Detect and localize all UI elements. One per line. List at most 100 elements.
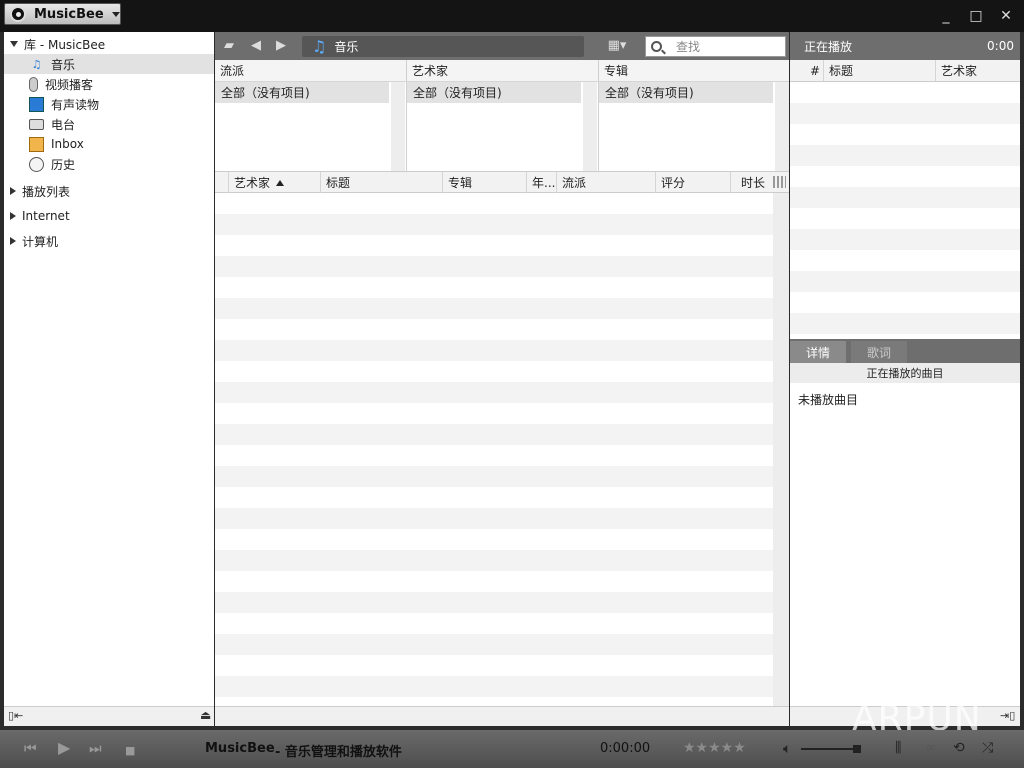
filter-item-all[interactable]: 全部（没有项目) bbox=[215, 82, 389, 103]
volume-slider-fill bbox=[801, 748, 854, 750]
sort-ascending-icon bbox=[276, 179, 285, 186]
music-note-icon: ♫ bbox=[312, 37, 327, 56]
column-rating[interactable]: 评分 bbox=[656, 172, 731, 193]
filter-header-genre[interactable]: 流派 bbox=[215, 60, 407, 82]
new-tab-icon[interactable]: ▰ bbox=[221, 38, 237, 54]
app-menu-button[interactable]: MusicBee bbox=[4, 3, 121, 25]
column-spacer bbox=[215, 172, 229, 193]
sidebar-item-label: 视频播客 bbox=[45, 77, 94, 92]
column-label: 艺术家 bbox=[234, 176, 271, 190]
back-arrow-icon[interactable]: ◀ bbox=[248, 38, 264, 54]
filter-item-label: 全部（没有项目) bbox=[605, 86, 694, 100]
filter-header-album[interactable]: 专辑 bbox=[599, 60, 789, 82]
sidebar-item-history[interactable]: 历史 bbox=[4, 154, 214, 174]
tree-playlists[interactable]: 播放列表 bbox=[4, 181, 214, 201]
breadcrumb[interactable]: ♫ 音乐 bbox=[302, 36, 584, 57]
scrollbar[interactable] bbox=[583, 82, 597, 171]
layout-toggle-icon[interactable]: ▦▾ bbox=[603, 38, 631, 54]
expand-right-icon[interactable] bbox=[10, 187, 16, 195]
scrollbar[interactable] bbox=[773, 193, 789, 706]
column-album[interactable]: 专辑 bbox=[443, 172, 527, 193]
main-toolbar: ▰ ◀ ▶ ♫ 音乐 ▦▾ 查找 bbox=[215, 32, 789, 60]
search-input[interactable]: 查找 bbox=[645, 36, 786, 57]
app-name: MusicBee bbox=[34, 6, 104, 22]
filter-item-label: 全部（没有项目) bbox=[221, 86, 310, 100]
volume-slider[interactable] bbox=[801, 748, 861, 750]
filter-item-all[interactable]: 全部（没有项目) bbox=[407, 82, 581, 103]
main-panel: ▰ ◀ ▶ ♫ 音乐 ▦▾ 查找 流派 艺术家 专辑 全部（没有项目) 全部（没… bbox=[215, 32, 789, 726]
tree-library[interactable]: 库 - MusicBee bbox=[4, 34, 214, 54]
microphone-icon bbox=[29, 76, 38, 92]
column-title[interactable]: 标题 bbox=[321, 172, 443, 193]
column-year[interactable]: 年... bbox=[527, 172, 557, 193]
filter-list-album: 全部（没有项目) bbox=[599, 82, 789, 171]
scrollbar[interactable] bbox=[775, 82, 789, 171]
tree-internet[interactable]: Internet bbox=[4, 206, 214, 226]
musicbee-logo-icon bbox=[10, 6, 26, 22]
column-genre[interactable]: 流派 bbox=[557, 172, 656, 193]
section-label: 计算机 bbox=[22, 234, 59, 249]
maximize-button[interactable]: □ bbox=[968, 8, 984, 24]
history-icon bbox=[29, 156, 44, 172]
search-icon bbox=[651, 41, 662, 52]
expand-right-icon[interactable] bbox=[10, 237, 16, 245]
column-label: 艺术家 bbox=[941, 64, 978, 78]
play-icon[interactable]: ▶ bbox=[58, 740, 70, 756]
section-label: Internet bbox=[22, 209, 70, 223]
column-chooser-icon[interactable] bbox=[773, 176, 786, 188]
filter-item-all[interactable]: 全部（没有项目) bbox=[599, 82, 773, 103]
track-list[interactable] bbox=[215, 193, 773, 706]
filter-item-label: 全部（没有项目) bbox=[413, 86, 502, 100]
filter-header-artist[interactable]: 艺术家 bbox=[407, 60, 599, 82]
sidebar-item-label: 历史 bbox=[51, 157, 76, 172]
scrobble-icon[interactable]: ∞ bbox=[925, 740, 937, 756]
radio-icon bbox=[29, 118, 44, 130]
column-artist[interactable]: 艺术家 bbox=[936, 60, 1020, 81]
tab-lyrics[interactable]: 歌词 bbox=[851, 341, 907, 363]
detail-content: 未播放曲目 bbox=[790, 383, 1020, 706]
now-playing-time: 0:00 bbox=[987, 39, 1014, 53]
column-artist[interactable]: 艺术家 bbox=[229, 172, 321, 193]
sidebar-item-audiobooks[interactable]: 有声读物 bbox=[4, 94, 214, 114]
audiobook-icon bbox=[29, 96, 44, 112]
tab-label: 歌词 bbox=[866, 345, 891, 360]
column-number[interactable]: # bbox=[790, 60, 824, 81]
shuffle-icon[interactable]: ⤮ bbox=[982, 740, 993, 756]
minimize-button[interactable]: _ bbox=[938, 8, 954, 24]
collapse-panel-icon[interactable]: ▯⇤ bbox=[8, 709, 23, 722]
rating-stars[interactable]: ★★★★★ bbox=[683, 740, 746, 756]
sidebar-item-video-podcasts[interactable]: 视频播客 bbox=[4, 74, 214, 94]
equalizer-icon[interactable]: ⫼ bbox=[895, 740, 901, 756]
eject-icon[interactable]: ⏏ bbox=[200, 708, 211, 722]
column-label: 年... bbox=[532, 176, 556, 190]
no-track-text: 未播放曲目 bbox=[798, 393, 859, 407]
expand-right-icon[interactable] bbox=[10, 212, 16, 220]
sidebar-item-inbox[interactable]: Inbox bbox=[4, 134, 214, 154]
stop-icon[interactable]: ■ bbox=[125, 743, 135, 759]
expand-down-icon[interactable] bbox=[10, 41, 18, 47]
previous-track-icon[interactable]: ⏮ bbox=[24, 741, 37, 757]
scrollbar[interactable] bbox=[391, 82, 405, 171]
tree-computer[interactable]: 计算机 bbox=[4, 231, 214, 251]
tab-details[interactable]: 详情 bbox=[790, 341, 846, 363]
column-label: 标题 bbox=[829, 64, 854, 78]
next-track-icon[interactable]: ⏭ bbox=[89, 741, 102, 757]
repeat-icon[interactable]: ⟲ bbox=[953, 740, 965, 756]
tab-label: 详情 bbox=[805, 345, 830, 360]
now-playing-list[interactable] bbox=[790, 82, 1020, 336]
filter-header-label: 流派 bbox=[220, 64, 245, 78]
collapse-panel-icon[interactable]: ⇥▯ bbox=[1000, 709, 1015, 722]
column-title[interactable]: 标题 bbox=[824, 60, 936, 81]
main-panel-footer bbox=[215, 706, 789, 726]
title-bar: MusicBee _ □ ✕ bbox=[0, 0, 1024, 32]
column-label: 流派 bbox=[562, 176, 587, 190]
volume-icon[interactable]: 🔈︎ bbox=[783, 741, 791, 757]
close-button[interactable]: ✕ bbox=[998, 8, 1014, 24]
inbox-icon bbox=[29, 136, 44, 152]
column-duration[interactable]: 时长 bbox=[731, 172, 773, 193]
sidebar-item-music[interactable]: ♫ 音乐 bbox=[4, 54, 214, 74]
forward-arrow-icon[interactable]: ▶ bbox=[273, 38, 289, 54]
sidebar-item-radio[interactable]: 电台 bbox=[4, 114, 214, 134]
volume-slider-handle[interactable] bbox=[853, 745, 861, 753]
player-track-subtitle: - 音乐管理和播放软件 bbox=[275, 745, 402, 760]
